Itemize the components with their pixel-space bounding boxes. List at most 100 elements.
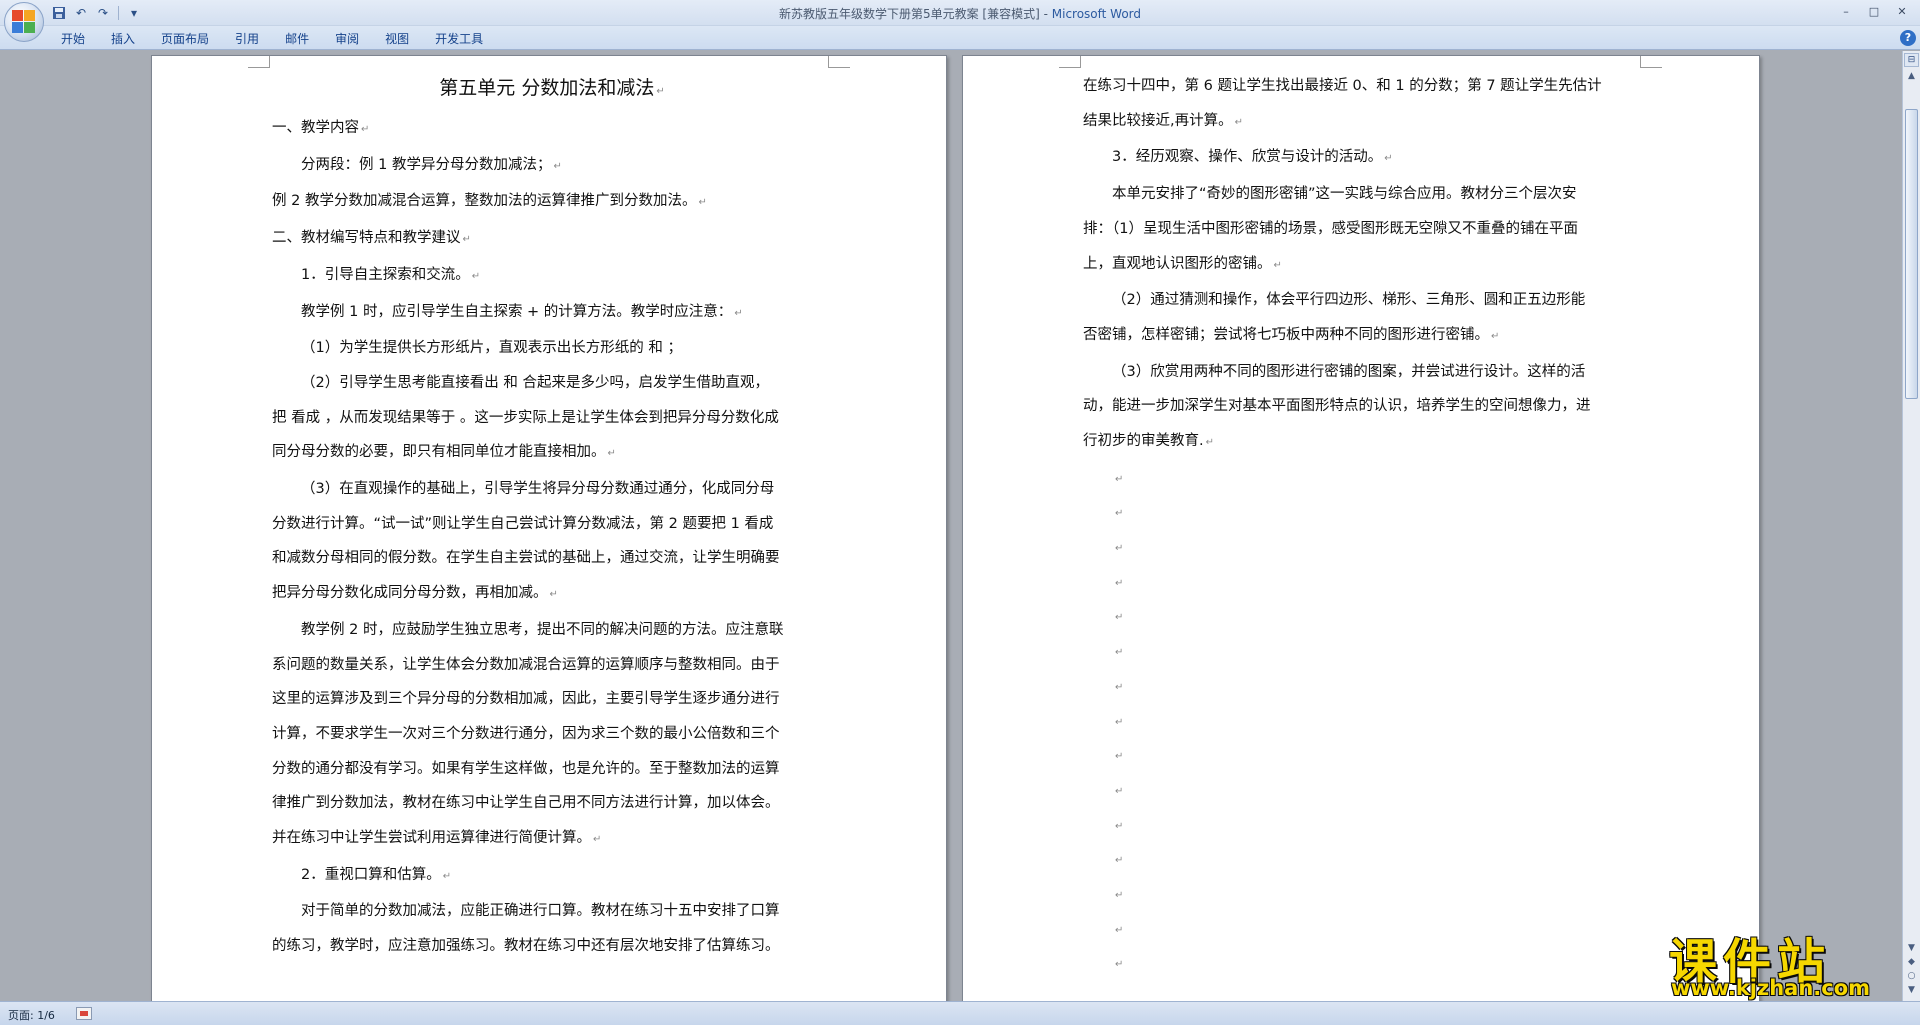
line-text: 二、教材编写特点和教学建议 (272, 230, 461, 247)
status-bar: 页面: 1/6 (0, 1001, 1920, 1025)
paragraph-line: （3）在直观操作的基础上，引导学生将异分母分数通过通分，化成同分母 (272, 472, 832, 507)
ribbon-tab[interactable]: 插入 (98, 30, 148, 48)
paragraph-line: 分两段：例 1 教学异分母分数加减法； ↵ (272, 148, 832, 185)
page-indicator[interactable]: 页面: 1/6 (8, 1007, 55, 1023)
line-text: 同分母分数的必要，即只有相同单位才能直接相加。 (272, 444, 606, 461)
paragraph-line: 否密铺，怎样密铺；尝试将七巧板中两种不同的图形进行密铺。 ↵ (1083, 318, 1648, 355)
ribbon-tab[interactable]: 开始 (48, 30, 98, 48)
scroll-up-icon[interactable]: ▲ (1904, 69, 1919, 83)
paragraph-mark: ↵ (1273, 259, 1282, 271)
line-text: （3）在直观操作的基础上，引导学生将异分母分数通过通分，化成同分母 (301, 481, 775, 498)
paragraph-mark: ↵ (442, 870, 452, 882)
empty-paragraph: ↵ (1083, 808, 1648, 843)
line-text: 计算，不要求学生一次对三个分数进行通分，因为求三个数的最小公倍数和三个 (272, 725, 780, 742)
line-text: 行初步的审美教育. (1083, 433, 1204, 450)
browse-object-icons[interactable]: ▼ ◆ ○ ▼ (1904, 941, 1919, 997)
line-text: 排：（1）呈现生活中图形密铺的场景，感受图形既无空隙又不重叠的铺在平面 (1083, 220, 1578, 237)
paragraph-mark: ↵ (734, 307, 743, 319)
paragraph-line: 律推广到分数加法，教材在练习中让学生自己用不同方法进行计算，加以体会。 (272, 786, 832, 821)
line-text: 一、教学内容 (272, 120, 359, 136)
line-text: 对于简单的分数加减法，应能正确进行口算。教材在练习十五中安排了口算 (301, 903, 780, 920)
paragraph-line: 的练习，教学时，应注意加强练习。教材在练习中还有层次地安排了估算练习。 (272, 929, 832, 964)
window-title: 新苏教版五年级数学下册第5单元教案 [兼容模式] - Microsoft Wor… (0, 5, 1920, 22)
paragraph-mark: ↵ (698, 197, 707, 209)
paragraph-mark: ↵ (1205, 437, 1214, 449)
paragraph-mark: ↵ (1384, 153, 1393, 165)
paragraph-line: 系问题的数量关系，让学生体会分数加减混合运算的运算顺序与整数相同。由于 (272, 648, 832, 683)
watermark: 课件站 www.kjzhan.com (1665, 922, 1905, 1002)
line-text: 否密铺，怎样密铺；尝试将七巧板中两种不同的图形进行密铺。 (1083, 326, 1489, 343)
office-button[interactable] (4, 2, 44, 42)
empty-paragraph: ↵ (1083, 634, 1648, 669)
ribbon-tab[interactable]: 审阅 (322, 30, 372, 48)
line-text: 的练习，教学时，应注意加强练习。教材在练习中还有层次地安排了估算练习。 (272, 938, 780, 955)
line-text: 把 看成 ，从而发现结果等于 。这一步实际上是让学生体会到把异分母分数化成 (272, 409, 779, 426)
watermark-url: www.kjzhan.com (1671, 976, 1871, 1000)
paragraph-line: （2）引导学生思考能直接看出 和 合起来是多少吗，启发学生借助直观， (272, 366, 832, 401)
vertical-scrollbar[interactable]: ⊟ ▲ ▼ ◆ ○ ▼ (1902, 51, 1920, 1001)
ribbon-tab[interactable]: 页面布局 (148, 30, 222, 48)
close-icon[interactable]: ✕ (1888, 2, 1916, 20)
line-text: 把异分母分数化成同分母分数，再相加减。 (272, 585, 548, 602)
paragraph-mark: ↵ (1115, 820, 1124, 832)
paragraph-line: 教学例 1 时，应引导学生自主探索 + 的计算方法。教学时应注意： ↵ (272, 295, 832, 332)
ribbon-tab[interactable]: 视图 (372, 30, 422, 48)
line-text: （2）引导学生思考能直接看出 和 合起来是多少吗，启发学生借助直观， (301, 374, 769, 391)
ribbon-tab[interactable]: 引用 (222, 30, 272, 48)
line-text: 1．引导自主探索和交流。 (301, 266, 470, 283)
paragraph-line: 把异分母分数化成同分母分数，再相加减。 ↵ (272, 576, 832, 613)
ribbon-tab[interactable]: 邮件 (272, 30, 322, 48)
scroll-thumb[interactable] (1905, 109, 1918, 399)
document-title-heading: 第五单元 分数加法和减法 ↵ (272, 69, 832, 111)
document-title: 新苏教版五年级数学下册第5单元教案 [兼容模式] - (778, 7, 1052, 21)
page-1[interactable]: 第五单元 分数加法和减法 ↵ 一、教学内容 ↵ 分两段：例 1 教学异分母分数加减法；… (151, 55, 947, 1001)
minimize-icon[interactable]: – (1832, 2, 1860, 20)
proofing-icon[interactable] (76, 1007, 92, 1020)
paragraph-line: （1）为学生提供长方形纸片，直观表示出长方形纸的 和 ； (272, 331, 832, 366)
ribbon-tab[interactable]: 开发工具 (422, 30, 496, 48)
page-2[interactable]: 在练习十四中，第 6 题让学生找出最接近 0、和 1 的分数；第 7 题让学生先… (962, 55, 1760, 1001)
paragraph-line: 并在练习中让学生尝试利用运算律进行简便计算。 ↵ (272, 821, 832, 858)
help-icon[interactable]: ? (1900, 30, 1916, 46)
paragraph-line: 对于简单的分数加减法，应能正确进行口算。教材在练习十五中安排了口算 (272, 894, 832, 929)
empty-paragraph: ↵ (1083, 461, 1648, 496)
line-text: 3．经历观察、操作、欣赏与设计的活动。 (1112, 149, 1383, 166)
paragraph-line: 上，直观地认识图形的密铺。 ↵ (1083, 247, 1648, 284)
paragraph-line: 排：（1）呈现生活中图形密铺的场景，感受图形既无空隙又不重叠的铺在平面 (1083, 212, 1648, 247)
line-text: 并在练习中让学生尝试利用运算律进行简便计算。 (272, 830, 591, 847)
window-controls: – □ ✕ (1832, 2, 1916, 20)
empty-paragraph: ↵ (1083, 912, 1648, 947)
empty-paragraph: ↵ (1083, 842, 1648, 877)
paragraph-line: 同分母分数的必要，即只有相同单位才能直接相加。 ↵ (272, 435, 832, 472)
line-text: 律推广到分数加法，教材在练习中让学生自己用不同方法进行计算，加以体会。 (272, 795, 780, 812)
paragraph-mark: ↵ (1115, 543, 1124, 555)
paragraph-line: 分数进行计算。“试一试”则让学生自己尝试计算分数减法，第 2 题要把 1 看成 (272, 507, 832, 542)
paragraph-line: 动，能进一步加深学生对基本平面图形特点的认识，培养学生的空间想像力，进 (1083, 389, 1648, 424)
paragraph-mark: ↵ (1115, 647, 1124, 659)
crop-mark (828, 56, 850, 68)
paragraph-line: （2）通过猜测和操作，体会平行四边形、梯形、三角形、圆和正五边形能 (1083, 283, 1648, 318)
page-content[interactable]: 第五单元 分数加法和减法 ↵ 一、教学内容 ↵ 分两段：例 1 教学异分母分数加减法；… (272, 69, 832, 964)
empty-paragraph: ↵ (1083, 530, 1648, 565)
line-text: 这里的运算涉及到三个异分母的分数相加减，因此，主要引导学生逐步通分进行 (272, 691, 780, 708)
page-content[interactable]: 在练习十四中，第 6 题让学生找出最接近 0、和 1 的分数；第 7 题让学生先… (1083, 69, 1648, 981)
paragraph-mark: ↵ (1115, 924, 1124, 936)
paragraph-line: 教学例 2 时，应鼓励学生独立思考，提出不同的解决问题的方法。应注意联 (272, 613, 832, 648)
line-text: （3）欣赏用两种不同的图形进行密铺的图案，并尝试进行设计。这样的活 (1112, 363, 1586, 380)
line-text: 2．重视口算和估算。 (301, 866, 441, 883)
crop-mark (1059, 56, 1081, 68)
empty-paragraph: ↵ (1083, 946, 1648, 981)
paragraph-line: 3．经历观察、操作、欣赏与设计的活动。 ↵ (1083, 140, 1648, 177)
paragraph-mark: ↵ (607, 448, 616, 460)
document-area[interactable]: 第五单元 分数加法和减法 ↵ 一、教学内容 ↵ 分两段：例 1 教学异分母分数加减法；… (0, 51, 1902, 1001)
paragraph-mark: ↵ (1115, 473, 1124, 485)
line-text: （1）为学生提供长方形纸片，直观表示出长方形纸的 和 ； (301, 340, 682, 357)
maximize-icon[interactable]: □ (1860, 2, 1888, 20)
empty-paragraph: ↵ (1083, 565, 1648, 600)
paragraph-mark: ↵ (549, 589, 558, 601)
line-text: 在练习十四中，第 6 题让学生找出最接近 0、和 1 的分数；第 7 题让学生先… (1083, 78, 1602, 94)
paragraph-line: 一、教学内容 ↵ (272, 111, 832, 148)
paragraph-line: 二、教材编写特点和教学建议 ↵ (272, 221, 832, 258)
paragraph-mark: ↵ (1115, 855, 1124, 867)
ruler-toggle-icon[interactable]: ⊟ (1904, 53, 1919, 67)
